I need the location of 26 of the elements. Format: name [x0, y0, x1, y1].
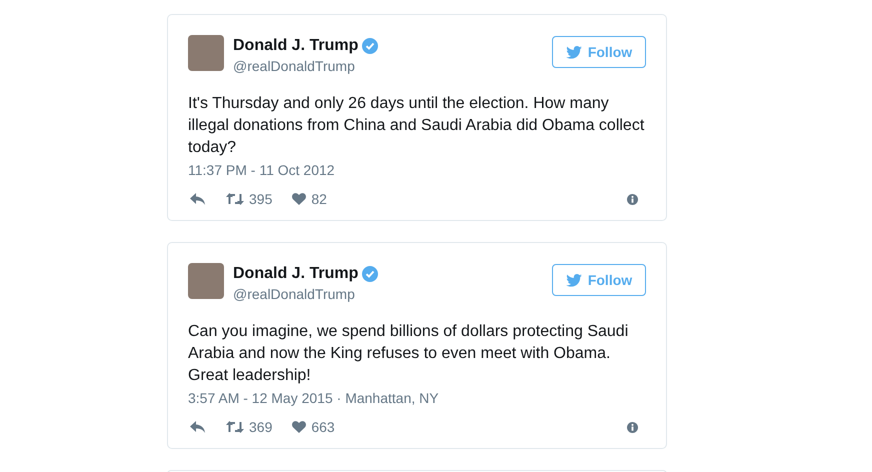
- heart-icon[interactable]: [292, 421, 306, 433]
- follow-button[interactable]: Follow: [552, 264, 646, 296]
- author-handle[interactable]: @realDonaldTrump: [233, 58, 552, 74]
- info-icon[interactable]: [627, 194, 638, 204]
- author-name[interactable]: Donald J. Trump: [233, 265, 358, 283]
- avatar-photo-placeholder: [188, 263, 224, 299]
- tweet-timestamp[interactable]: 11:37 PM - 11 Oct 2012: [188, 162, 646, 178]
- tweet-text: It's Thursday and only 26 days until the election. How many illegal donations from China and Saudi Arabia did Obama collect today?: [188, 94, 646, 158]
- reply-icon[interactable]: [190, 421, 206, 433]
- author-handle[interactable]: @realDonaldTrump: [233, 286, 552, 302]
- like-count: 663: [311, 419, 335, 435]
- tweet-text: Can you imagine, we spend billions of dollars protecting Saudi Arabia and now the King refuses to even meet with Obama. Great leadership!: [188, 322, 630, 386]
- heart-icon[interactable]: [292, 193, 306, 205]
- like-count: 82: [311, 191, 327, 207]
- retweet-count: 369: [249, 419, 272, 435]
- avatar-photo-placeholder: [188, 35, 224, 71]
- author-name[interactable]: Donald J. Trump: [233, 37, 358, 55]
- tweet-timestamp[interactable]: 3:57 AM - 12 May 2015 · Manhattan, NY: [188, 390, 646, 406]
- retweet-count: 395: [249, 191, 272, 207]
- info-icon[interactable]: [627, 422, 638, 432]
- reply-icon[interactable]: [190, 193, 206, 205]
- retweet-icon[interactable]: [226, 193, 244, 205]
- follow-button[interactable]: Follow: [552, 36, 646, 68]
- retweet-icon[interactable]: [226, 421, 244, 433]
- bird-icon: [566, 274, 582, 286]
- bird-icon: [566, 46, 582, 58]
